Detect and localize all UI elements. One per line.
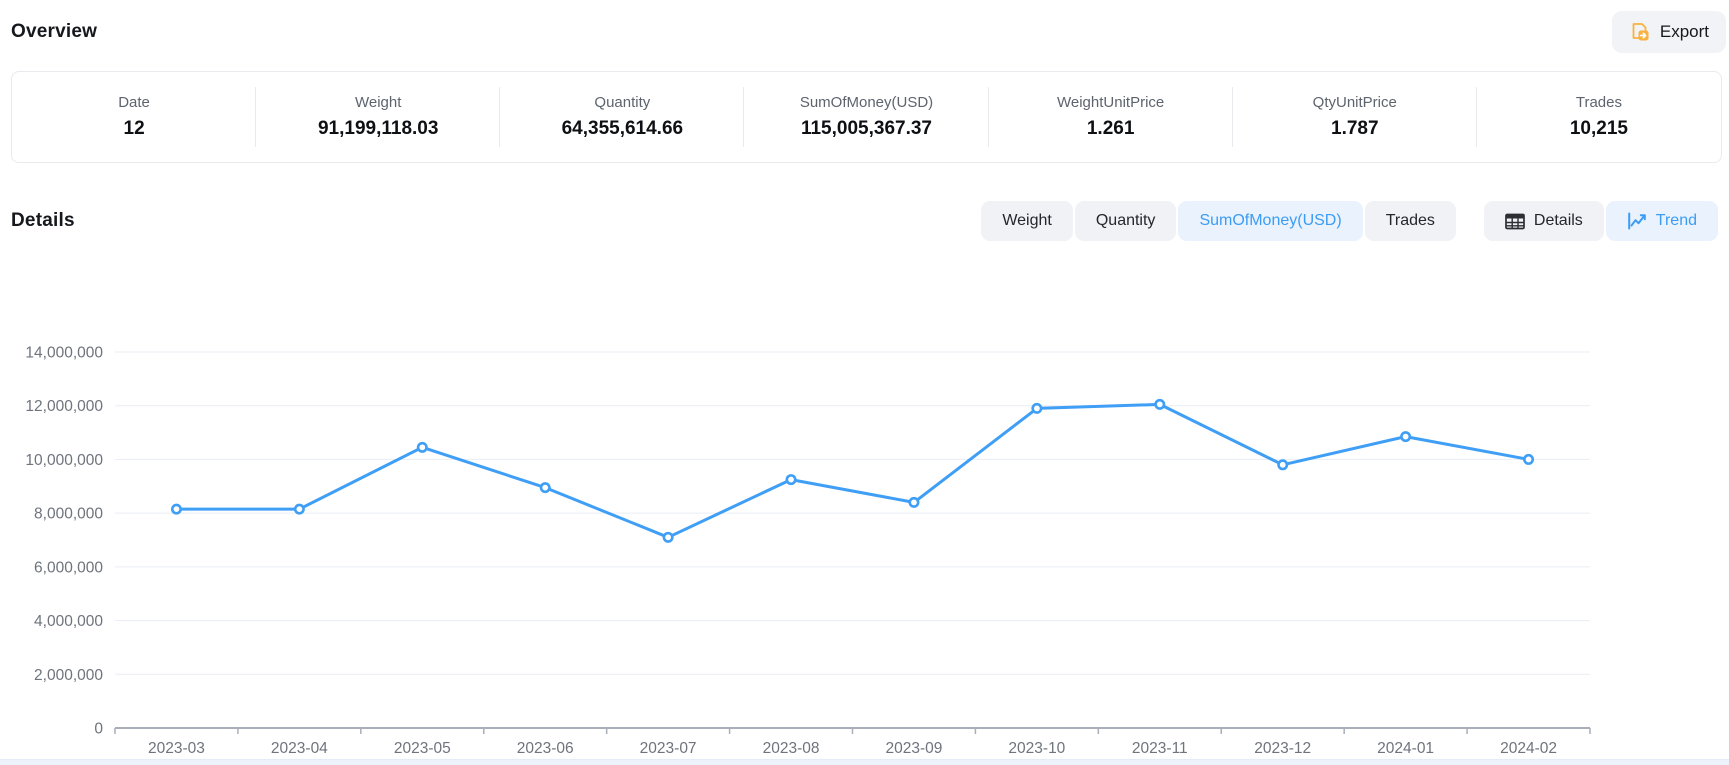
y-tick-label: 4,000,000 xyxy=(34,613,103,630)
topbar: Overview Export xyxy=(11,10,1726,54)
data-point-2023-09[interactable] xyxy=(910,498,918,506)
tab-label: Quantity xyxy=(1096,212,1156,230)
overview-title: Overview xyxy=(11,21,97,43)
view-tab-label: Trend xyxy=(1656,212,1697,230)
y-tick-label: 8,000,000 xyxy=(34,506,103,523)
bottom-divider xyxy=(0,759,1729,765)
y-tick-label: 10,000,000 xyxy=(25,452,103,469)
overview-stats-card: Date 12 Weight 91,199,118.03 Quantity 64,355,… xyxy=(11,71,1722,163)
x-tick-label: 2023-03 xyxy=(148,740,205,757)
tab-label: Trades xyxy=(1386,212,1435,230)
stat-label: Quantity xyxy=(594,94,650,111)
details-row: Details Weight Quantity SumOfMoney(USD) Tra… xyxy=(11,198,1718,244)
x-tick-label: 2023-05 xyxy=(394,740,451,757)
data-point-2024-01[interactable] xyxy=(1401,432,1409,440)
stat-date: Date 12 xyxy=(12,72,256,162)
data-point-2023-12[interactable] xyxy=(1279,461,1287,469)
stat-value: 115,005,367.37 xyxy=(801,118,932,140)
y-tick-label: 14,000,000 xyxy=(25,345,103,362)
x-tick-label: 2024-02 xyxy=(1500,740,1557,757)
stat-label: Trades xyxy=(1576,94,1622,111)
view-tabs: Details Trend xyxy=(1484,201,1718,241)
data-point-2024-02[interactable] xyxy=(1524,455,1532,463)
tab-quantity[interactable]: Quantity xyxy=(1075,201,1177,241)
stat-value: 12 xyxy=(124,118,145,140)
y-tick-label: 12,000,000 xyxy=(25,398,103,415)
y-tick-label: 2,000,000 xyxy=(34,667,103,684)
x-tick-label: 2024-01 xyxy=(1377,740,1434,757)
stat-value: 10,215 xyxy=(1570,118,1628,140)
x-tick-label: 2023-08 xyxy=(763,740,820,757)
x-tick-label: 2023-12 xyxy=(1254,740,1311,757)
stat-label: Weight xyxy=(355,94,401,111)
tab-groups: Weight Quantity SumOfMoney(USD) Trades Deta… xyxy=(981,201,1718,241)
tab-weight[interactable]: Weight xyxy=(981,201,1073,241)
stat-qtyunitprice: QtyUnitPrice 1.787 xyxy=(1233,72,1477,162)
x-tick-label: 2023-11 xyxy=(1132,740,1188,757)
export-label: Export xyxy=(1660,22,1709,42)
stat-value: 64,355,614.66 xyxy=(562,118,684,140)
stat-weightunitprice: WeightUnitPrice 1.261 xyxy=(989,72,1233,162)
tab-label: Weight xyxy=(1002,212,1052,230)
view-tab-label: Details xyxy=(1534,212,1583,230)
export-icon xyxy=(1629,21,1651,43)
stat-value: 1.261 xyxy=(1087,118,1135,140)
stat-weight: Weight 91,199,118.03 xyxy=(256,72,500,162)
data-point-2023-10[interactable] xyxy=(1033,404,1041,412)
export-button[interactable]: Export xyxy=(1612,11,1726,53)
stat-label: WeightUnitPrice xyxy=(1057,94,1164,111)
x-tick-label: 2023-10 xyxy=(1008,740,1065,757)
y-tick-label: 6,000,000 xyxy=(34,559,103,576)
x-tick-label: 2023-06 xyxy=(517,740,574,757)
trend-line-chart[interactable]: 0 2,000,000 4,000,000 6,000,000 8,000,000 10,… xyxy=(0,280,1729,759)
stat-label: QtyUnitPrice xyxy=(1313,94,1397,111)
details-title: Details xyxy=(11,210,75,232)
table-icon xyxy=(1505,213,1525,230)
x-tick-label: 2023-09 xyxy=(886,740,943,757)
trend-line xyxy=(177,404,1529,537)
tab-label: SumOfMoney(USD) xyxy=(1199,212,1341,230)
data-point-2023-05[interactable] xyxy=(418,443,426,451)
stat-label: SumOfMoney(USD) xyxy=(800,94,933,111)
data-point-2023-03[interactable] xyxy=(172,505,180,513)
stat-quantity: Quantity 64,355,614.66 xyxy=(500,72,744,162)
stat-sumofmoney-usd: SumOfMoney(USD) 115,005,367.37 xyxy=(744,72,988,162)
stat-value: 1.787 xyxy=(1331,118,1379,140)
tab-sumofmoney-usd[interactable]: SumOfMoney(USD) xyxy=(1178,201,1362,241)
y-tick-label: 0 xyxy=(94,721,103,738)
line-chart-icon xyxy=(1627,212,1647,230)
x-tick-label: 2023-07 xyxy=(640,740,697,757)
data-point-2023-08[interactable] xyxy=(787,475,795,483)
data-point-2023-06[interactable] xyxy=(541,483,549,491)
x-tick-label: 2023-04 xyxy=(271,740,328,757)
data-point-2023-11[interactable] xyxy=(1156,400,1164,408)
view-tab-trend[interactable]: Trend xyxy=(1606,201,1718,241)
data-point-2023-07[interactable] xyxy=(664,533,672,541)
metric-tabs: Weight Quantity SumOfMoney(USD) Trades xyxy=(981,201,1456,241)
tab-trades[interactable]: Trades xyxy=(1365,201,1456,241)
stat-value: 91,199,118.03 xyxy=(318,118,438,140)
stat-label: Date xyxy=(118,94,150,111)
stat-trades: Trades 10,215 xyxy=(1477,72,1721,162)
data-point-2023-04[interactable] xyxy=(295,505,303,513)
view-tab-details[interactable]: Details xyxy=(1484,201,1604,241)
